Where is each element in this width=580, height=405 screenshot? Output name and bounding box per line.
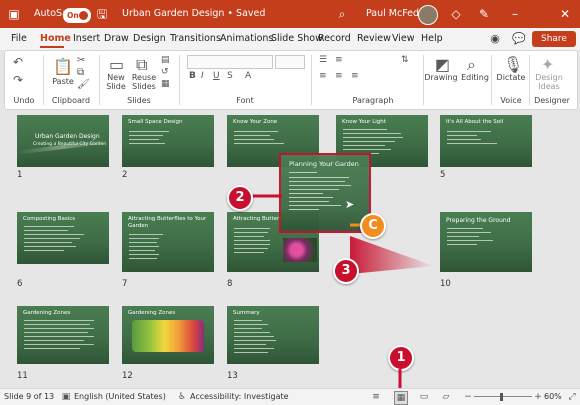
status-bar: Slide 9 of 13 ▣ English (United States) … <box>0 388 580 405</box>
callout-3-label: 3 <box>341 263 351 278</box>
language-status[interactable]: English (United States) <box>74 389 166 405</box>
notes-icon[interactable]: ≡ <box>370 391 382 403</box>
callout-c-label: C <box>368 218 378 233</box>
zoom-slider[interactable] <box>474 396 532 397</box>
callout-1: 1 <box>388 345 414 371</box>
zoom-slider-thumb[interactable] <box>500 393 503 401</box>
zoom-out-icon[interactable]: − <box>462 391 474 403</box>
callout-1-label: 1 <box>396 350 406 365</box>
drag-arrow <box>240 194 434 274</box>
callout-2-label: 2 <box>235 190 245 205</box>
callout-1-pointer <box>398 369 402 389</box>
callout-c: C <box>360 213 386 239</box>
slideshow-icon[interactable]: ▱ <box>440 391 452 403</box>
fit-icon[interactable]: ⤢ <box>566 391 578 403</box>
accessibility-icon[interactable]: ♿ <box>176 391 188 403</box>
reading-view-icon[interactable]: ▭ <box>418 391 430 403</box>
slide-counter: Slide 9 of 13 <box>4 392 55 401</box>
accessibility-status[interactable]: Accessibility: Investigate <box>190 389 289 405</box>
callout-3: 3 <box>333 258 359 284</box>
callout-2: 2 <box>227 185 253 211</box>
slide-sorter-icon[interactable]: ▦ <box>394 391 408 405</box>
zoom-in-icon[interactable]: + <box>532 391 544 403</box>
spelling-icon[interactable]: ▣ <box>60 391 72 403</box>
zoom-level[interactable]: 60% <box>544 389 562 405</box>
